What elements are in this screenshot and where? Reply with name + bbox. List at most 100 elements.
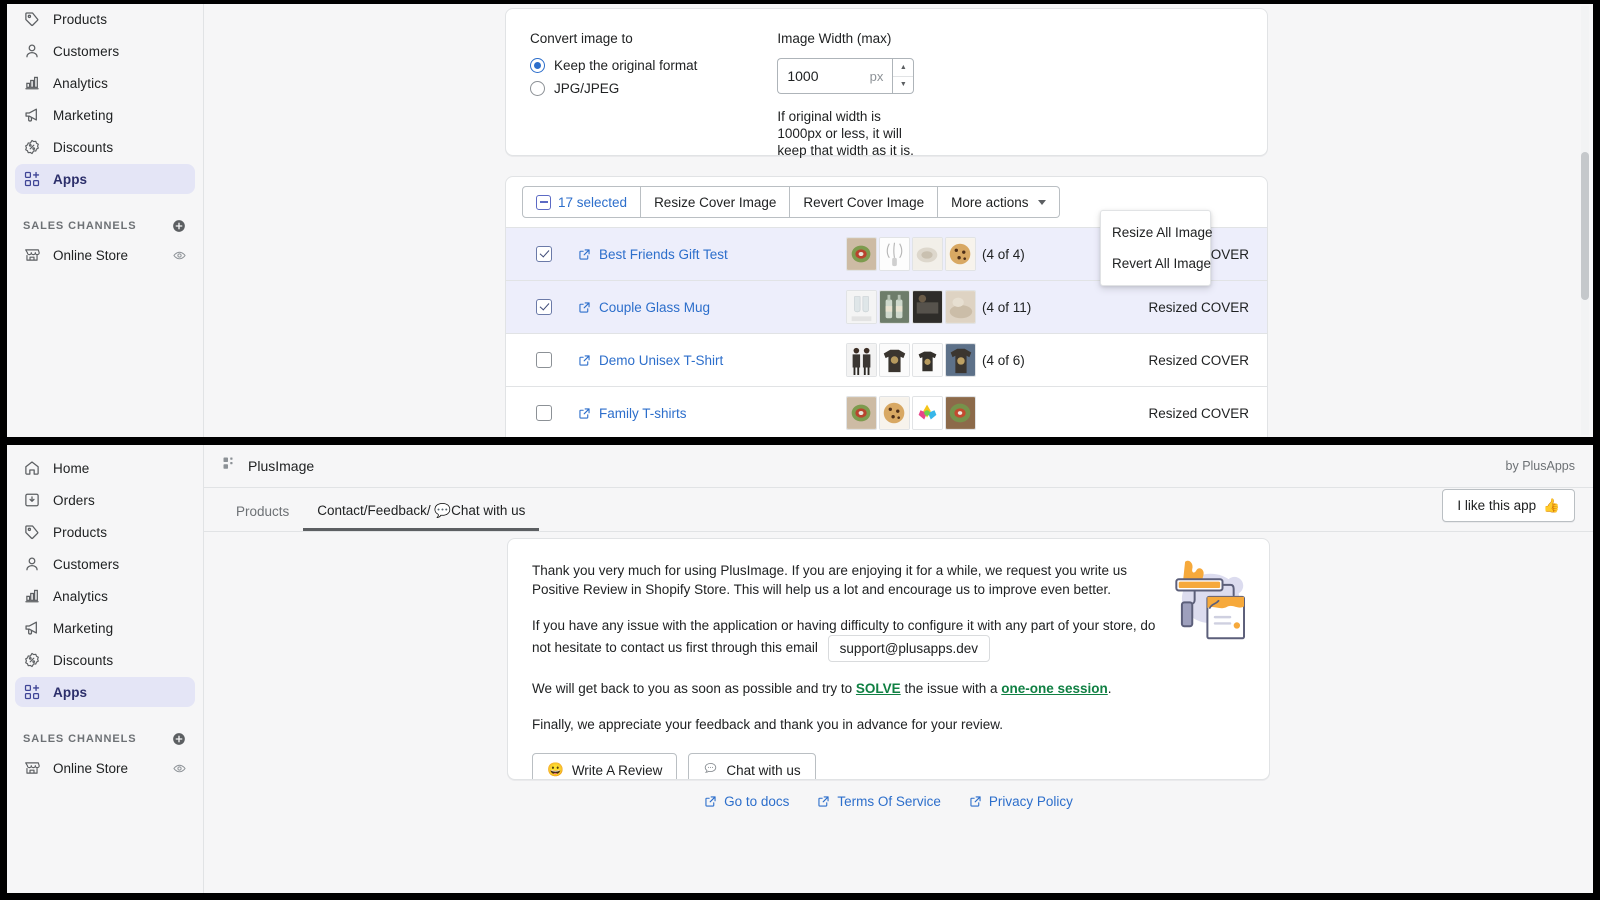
home-icon (23, 459, 41, 477)
sidebar-item-apps[interactable]: Apps (15, 677, 195, 707)
i-like-this-app-label: I like this app (1457, 498, 1537, 513)
discount-icon (23, 138, 41, 156)
product-thumbnail[interactable] (846, 396, 877, 430)
sidebar-item-home[interactable]: Home (15, 453, 195, 483)
spinner-down-icon[interactable]: ▼ (893, 77, 913, 94)
one-one-session-link[interactable]: one-one session (1001, 681, 1108, 696)
product-name-link[interactable]: Couple Glass Mug (599, 300, 710, 315)
footer-links: Go to docs Terms Of Service Privacy Policy (507, 794, 1270, 809)
sidebar-item-discounts[interactable]: Discounts (15, 132, 195, 162)
eye-icon[interactable] (172, 248, 187, 263)
more-actions-button[interactable]: More actions (938, 186, 1061, 218)
sidebar-item-analytics[interactable]: Analytics (15, 68, 195, 98)
support-email-chip[interactable]: support@plusapps.dev (827, 635, 990, 662)
product-thumbnail[interactable] (846, 343, 877, 377)
plus-circle-icon[interactable] (171, 218, 187, 234)
product-thumbnail[interactable] (912, 343, 943, 377)
table-row[interactable]: Family T-shirts Resized COVER (506, 387, 1267, 437)
selected-count-button[interactable]: 17 selected (522, 186, 642, 218)
product-thumbnail[interactable] (945, 237, 976, 271)
bar-chart-icon (23, 587, 41, 605)
dropdown-item-resize-all[interactable]: Resize All Image (1101, 217, 1213, 248)
revert-cover-image-button[interactable]: Revert Cover Image (790, 186, 939, 218)
product-name-link[interactable]: Family T-shirts (599, 406, 687, 421)
product-thumbnail[interactable] (846, 290, 877, 324)
sidebar-item-discounts[interactable]: Discounts (15, 645, 195, 675)
footer-link-label: Privacy Policy (988, 794, 1073, 809)
radio-keep-original-input[interactable] (530, 58, 545, 73)
footer-link-privacy-policy[interactable]: Privacy Policy (969, 794, 1073, 809)
external-link-icon[interactable] (578, 248, 591, 261)
product-thumbnail[interactable] (879, 237, 910, 271)
radio-keep-original[interactable]: Keep the original format (530, 58, 697, 73)
image-width-input[interactable]: 1000 px (777, 58, 893, 94)
status-badge: Resized COVER (1148, 299, 1249, 315)
sidebar-item-marketing[interactable]: Marketing (15, 613, 195, 643)
sidebar-item-analytics[interactable]: Analytics (15, 581, 195, 611)
product-thumbnail[interactable] (879, 290, 910, 324)
resize-cover-image-button[interactable]: Resize Cover Image (641, 186, 791, 218)
sidebar-item-orders[interactable]: Orders (15, 485, 195, 515)
product-thumbnail[interactable] (912, 237, 943, 271)
i-like-this-app-button[interactable]: I like this app 👍 (1442, 489, 1575, 522)
row-checkbox[interactable] (536, 299, 552, 315)
image-width-stepper[interactable]: 1000 px ▲ ▼ (777, 58, 915, 94)
sidebar-item-customers[interactable]: Customers (15, 36, 195, 66)
external-link-icon[interactable] (578, 354, 591, 367)
sidebar-item-products[interactable]: Products (15, 4, 195, 34)
product-thumbnail[interactable] (846, 237, 877, 271)
table-row[interactable]: Couple Glass Mug (4 of 11) Resized COVER (506, 281, 1267, 334)
solve-link[interactable]: SOLVE (856, 681, 901, 696)
sidebar-item-label: Apps (53, 684, 88, 700)
solve-paragraph-prefix: We will get back to you as soon as possi… (532, 681, 856, 696)
footer-link-go-to-docs[interactable]: Go to docs (704, 794, 789, 809)
discount-icon (23, 651, 41, 669)
sales-channel-item-online-store[interactable]: Online Store (15, 240, 195, 270)
thumbs-up-icon: 👍 (1543, 497, 1560, 513)
spinner-up-icon[interactable]: ▲ (893, 59, 914, 77)
write-a-review-button[interactable]: 😀 Write A Review (532, 753, 678, 779)
row-checkbox[interactable] (536, 405, 552, 421)
row-checkbox[interactable] (536, 246, 552, 262)
product-thumbnail[interactable] (945, 396, 976, 430)
product-thumbnail[interactable] (912, 396, 943, 430)
product-thumbnail[interactable] (879, 396, 910, 430)
radio-jpg[interactable]: JPG/JPEG (530, 81, 697, 96)
tab-contact-feedback[interactable]: Contact/Feedback/ 💬Chat with us (303, 503, 539, 531)
top-sales-channels-header: SALES CHANNELS (7, 212, 203, 240)
chat-bubble-icon (703, 761, 718, 779)
sidebar-item-label: Customers (53, 556, 120, 572)
sidebar-item-products[interactable]: Products (15, 517, 195, 547)
product-name-cell: Family T-shirts (578, 406, 846, 421)
product-name-link[interactable]: Demo Unisex T-Shirt (599, 353, 723, 368)
table-row[interactable]: Demo Unisex T-Shirt (4 of 6) Resized COVER (506, 334, 1267, 387)
person-icon (23, 555, 41, 573)
plus-circle-icon[interactable] (171, 731, 187, 747)
row-checkbox[interactable] (536, 352, 552, 368)
external-link-icon[interactable] (578, 407, 591, 420)
sidebar-item-customers[interactable]: Customers (15, 549, 195, 579)
external-link-icon (704, 795, 717, 808)
product-thumbnail[interactable] (879, 343, 910, 377)
product-name-link[interactable]: Best Friends Gift Test (599, 247, 728, 262)
image-count-label: (4 of 6) (982, 352, 1025, 368)
bottom-nav-list: Home Orders Products Customers Analytics Mark… (7, 445, 203, 707)
indeterminate-checkbox-icon[interactable] (536, 194, 551, 210)
solve-paragraph-suffix: . (1107, 681, 1112, 696)
image-width-spinners[interactable]: ▲ ▼ (892, 58, 915, 94)
radio-jpg-label: JPG/JPEG (554, 81, 620, 96)
sidebar-item-apps[interactable]: Apps (15, 164, 195, 194)
eye-icon[interactable] (172, 761, 187, 776)
product-thumbnail[interactable] (945, 343, 976, 377)
chat-with-us-button[interactable]: Chat with us (688, 753, 816, 779)
sidebar-item-marketing[interactable]: Marketing (15, 100, 195, 130)
external-link-icon[interactable] (578, 301, 591, 314)
footer-link-terms-of-service[interactable]: Terms Of Service (817, 794, 941, 809)
radio-jpg-input[interactable] (530, 81, 545, 96)
product-thumbnail[interactable] (945, 290, 976, 324)
dropdown-item-revert-all[interactable]: Revert All Image (1101, 248, 1211, 279)
sales-channel-item-online-store[interactable]: Online Store (15, 753, 195, 783)
tab-products[interactable]: Products (222, 504, 303, 531)
product-thumbnail[interactable] (912, 290, 943, 324)
scrollbar-thumb[interactable] (1581, 152, 1589, 300)
